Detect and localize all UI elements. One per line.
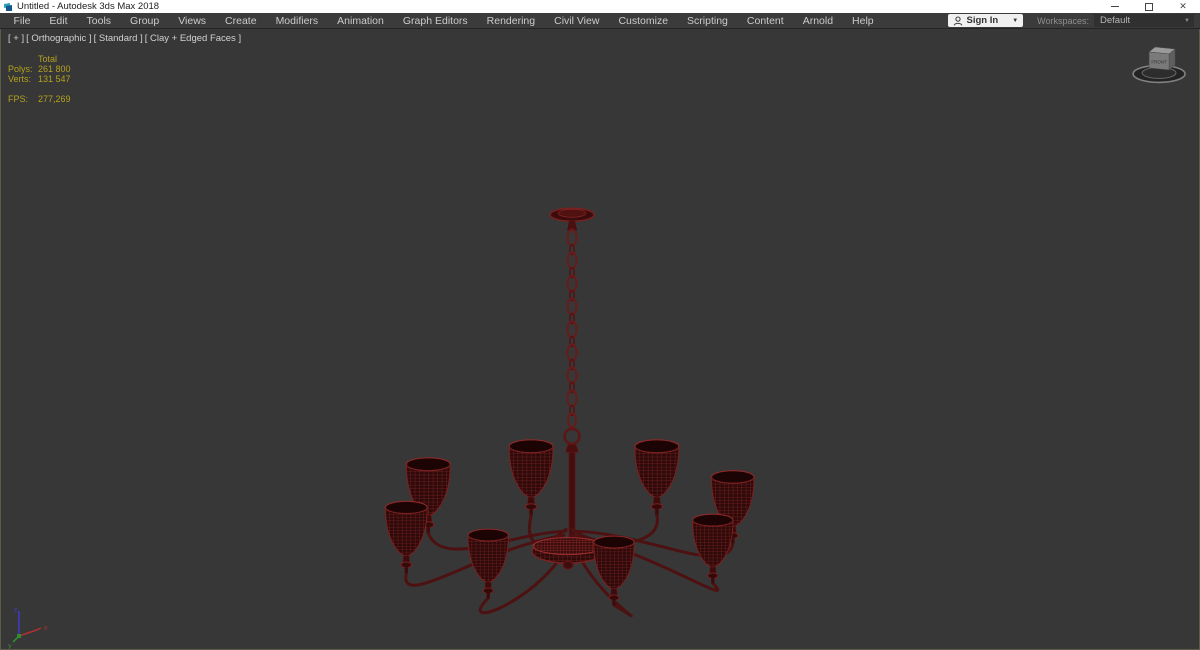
menu-views[interactable]: Views bbox=[169, 15, 216, 27]
menu-scripting[interactable]: Scripting bbox=[678, 15, 738, 27]
menu-tools[interactable]: Tools bbox=[77, 15, 121, 27]
restore-button[interactable] bbox=[1132, 0, 1166, 13]
menu-file[interactable]: File bbox=[4, 15, 40, 27]
restore-icon bbox=[1145, 2, 1153, 11]
viewport-pov-menu[interactable]: [ Orthographic ] bbox=[26, 33, 91, 44]
viewport[interactable]: [ + ] [ Orthographic ] [ Standard ] [ Cl… bbox=[0, 29, 1200, 650]
titlebar: Untitled - Autodesk 3ds Max 2018 ✕ bbox=[0, 0, 1200, 13]
axis-y-label: y bbox=[8, 643, 12, 649]
viewcube-front-label: FRONT bbox=[1151, 59, 1167, 64]
menu-modifiers[interactable]: Modifiers bbox=[266, 15, 328, 27]
polys-label: Polys: bbox=[8, 64, 33, 74]
stats-polys-row: Polys: 261 800 bbox=[8, 64, 71, 74]
chevron-down-icon: ▼ bbox=[1012, 17, 1019, 24]
menu-content[interactable]: Content bbox=[737, 15, 793, 27]
polys-value: 261 800 bbox=[38, 64, 71, 74]
world-axis-tripod: z x y bbox=[8, 607, 48, 649]
3ds-max-app-icon bbox=[4, 2, 12, 11]
verts-label: Verts: bbox=[8, 74, 32, 84]
menubar-right: Sign In ▼ Workspaces: Default ▼ bbox=[947, 14, 1200, 27]
viewport-general-menu[interactable]: [ + ] bbox=[8, 33, 24, 44]
menubar: File Edit Tools Group Views Create Modifiers An… bbox=[0, 13, 1200, 29]
workspaces-label: Workspaces: bbox=[1037, 15, 1089, 26]
menu-group[interactable]: Group bbox=[121, 15, 169, 27]
axis-x-label: x bbox=[44, 625, 48, 632]
window-title: Untitled - Autodesk 3ds Max 2018 bbox=[17, 1, 160, 12]
close-icon: ✕ bbox=[1179, 1, 1187, 11]
viewport-shading-mode-menu[interactable]: [ Clay + Edged Faces ] bbox=[145, 33, 241, 44]
stats-header: Total bbox=[38, 54, 58, 64]
fps-label: FPS: bbox=[8, 94, 29, 104]
menu-animation[interactable]: Animation bbox=[328, 15, 394, 27]
menu-customize[interactable]: Customize bbox=[609, 15, 678, 27]
stats-verts-row: Verts: 131 547 bbox=[8, 74, 71, 84]
chevron-down-icon: ▼ bbox=[1184, 17, 1190, 24]
minimize-icon bbox=[1111, 6, 1119, 7]
sign-in-label: Sign In bbox=[966, 15, 999, 26]
menu-create[interactable]: Create bbox=[216, 15, 267, 27]
viewport-statistics: Total Polys: 261 800 Verts: 131 547 FPS:… bbox=[8, 54, 71, 104]
menu-civil-view[interactable]: Civil View bbox=[545, 15, 609, 27]
menu-help[interactable]: Help bbox=[843, 15, 884, 27]
fps-value: 277,269 bbox=[38, 94, 71, 104]
viewport-shading-quality-menu[interactable]: [ Standard ] bbox=[94, 33, 143, 44]
viewcube[interactable]: FRONT bbox=[1132, 46, 1186, 84]
user-icon bbox=[953, 15, 962, 26]
menu-rendering[interactable]: Rendering bbox=[477, 15, 544, 27]
menu-edit[interactable]: Edit bbox=[40, 15, 77, 27]
stats-header-row: Total bbox=[8, 54, 71, 64]
axis-z-label: z bbox=[14, 607, 18, 614]
chandelier-wireframe-model[interactable] bbox=[384, 207, 755, 618]
close-button[interactable]: ✕ bbox=[1166, 0, 1200, 13]
verts-value: 131 547 bbox=[38, 74, 71, 84]
workspaces-dropdown[interactable]: Default ▼ bbox=[1094, 14, 1194, 27]
viewport-canvas[interactable]: FRONT z x y bbox=[1, 29, 1199, 649]
menu-arnold[interactable]: Arnold bbox=[793, 15, 842, 27]
menu-graph-editors[interactable]: Graph Editors bbox=[393, 15, 477, 27]
menu-items: File Edit Tools Group Views Create Modifiers An… bbox=[4, 15, 883, 27]
sign-in-button[interactable]: Sign In ▼ bbox=[947, 14, 1024, 27]
stats-fps-row: FPS: 277,269 bbox=[8, 94, 71, 104]
workspaces-value: Default bbox=[1100, 15, 1131, 26]
minimize-button[interactable] bbox=[1098, 0, 1132, 13]
chandelier-chain bbox=[566, 228, 578, 429]
window-controls: ✕ bbox=[1098, 0, 1200, 13]
viewport-label: [ + ] [ Orthographic ] [ Standard ] [ Cl… bbox=[8, 33, 241, 44]
